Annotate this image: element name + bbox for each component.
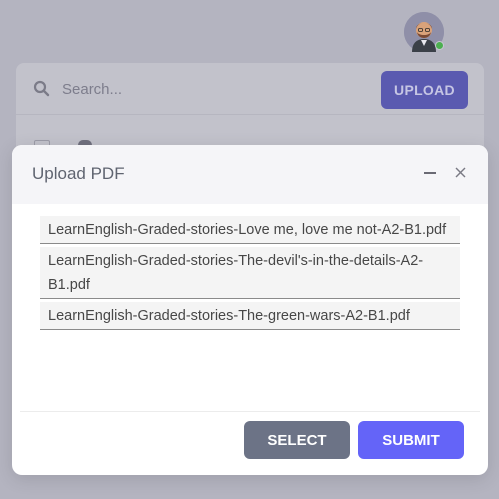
file-list-item: LearnEnglish-Graded-stories-The-devil's-…	[40, 247, 460, 299]
submit-button[interactable]: SUBMIT	[358, 421, 464, 459]
file-list-item: LearnEnglish-Graded-stories-Love me, lov…	[40, 216, 460, 244]
search-input[interactable]	[62, 78, 362, 100]
select-button[interactable]: SELECT	[244, 421, 350, 459]
minimize-icon[interactable]	[424, 172, 436, 174]
online-status-dot	[435, 41, 444, 50]
upload-pdf-dialog: Upload PDF LearnEnglish-Graded-stories-L…	[12, 145, 488, 475]
dialog-header: Upload PDF	[12, 145, 488, 204]
user-avatar[interactable]	[404, 12, 444, 52]
search-icon	[33, 80, 50, 97]
close-icon[interactable]	[455, 167, 466, 178]
selected-files-list: LearnEnglish-Graded-stories-Love me, lov…	[40, 216, 460, 333]
dialog-title: Upload PDF	[32, 164, 125, 183]
dialog-divider	[20, 411, 480, 412]
upload-button[interactable]: UPLOAD	[381, 71, 468, 109]
file-list-item: LearnEnglish-Graded-stories-The-green-wa…	[40, 302, 460, 330]
